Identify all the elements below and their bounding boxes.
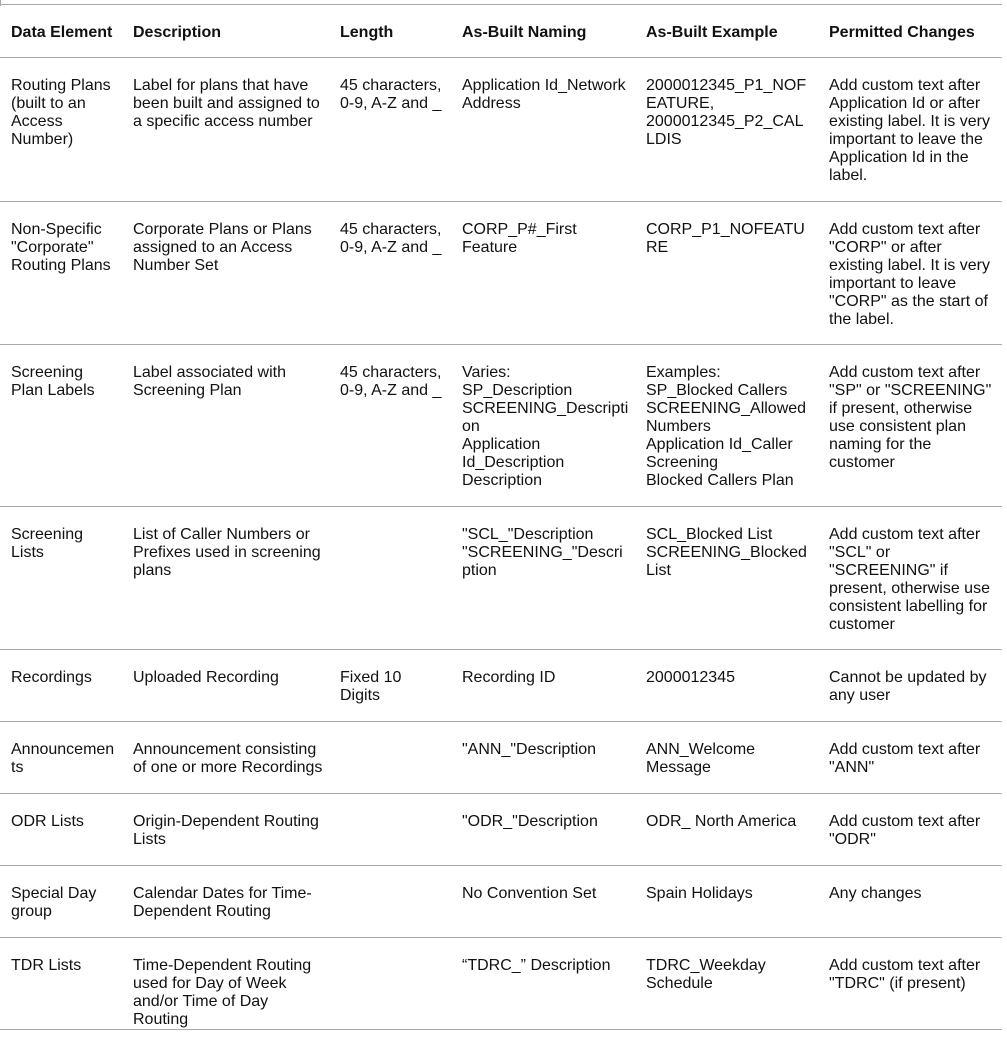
- cell-as-built-naming: Recording ID: [451, 649, 635, 722]
- cell-as-built-naming: Application Id_Network Address: [451, 57, 635, 202]
- table-row: ODR Lists Origin-Dependent Routing Lists…: [0, 793, 1002, 866]
- cell-length: 45 characters, 0-9, A-Z and _: [329, 344, 451, 507]
- cell-length: 45 characters, 0-9, A-Z and _: [329, 201, 451, 345]
- table-row: Non-Specific "Corporate" Routing Plans C…: [0, 201, 1002, 345]
- cell-description: Origin-Dependent Routing Lists: [122, 793, 329, 866]
- cell-length: [329, 506, 451, 650]
- cell-data-element: ODR Lists: [0, 793, 122, 866]
- header-permitted-changes: Permitted Changes: [818, 4, 1002, 58]
- table-row: Screening Plan Labels Label associated w…: [0, 344, 1002, 507]
- cell-as-built-example: Spain Holidays: [635, 865, 818, 938]
- table-row: Special Day group Calendar Dates for Tim…: [0, 865, 1002, 938]
- cell-as-built-naming: “TDRC_” Description: [451, 937, 635, 1030]
- cell-permitted-changes: Add custom text after "SP" or "SCREENING…: [818, 344, 1002, 507]
- cell-description: Calendar Dates for Time-Dependent Routin…: [122, 865, 329, 938]
- header-data-element: Data Element: [0, 4, 122, 58]
- header-as-built-naming: As-Built Naming: [451, 4, 635, 58]
- cell-data-element: Non-Specific "Corporate" Routing Plans: [0, 201, 122, 345]
- table-row: Screening Lists List of Caller Numbers o…: [0, 506, 1002, 650]
- cell-as-built-naming: "SCL_"Description "SCREENING_"Descriptio…: [451, 506, 635, 650]
- cell-as-built-example: 2000012345: [635, 649, 818, 722]
- cell-data-element: Screening Plan Labels: [0, 344, 122, 507]
- cell-as-built-example: ANN_Welcome Message: [635, 721, 818, 794]
- table-header-row: Data Element Description Length As-Built…: [0, 4, 1002, 58]
- cell-permitted-changes: Add custom text after "CORP" or after ex…: [818, 201, 1002, 345]
- cell-description: Corporate Plans or Plans assigned to an …: [122, 201, 329, 345]
- cell-as-built-example: Examples: SP_Blocked Callers SCREENING_A…: [635, 344, 818, 507]
- cell-as-built-example: ODR_ North America: [635, 793, 818, 866]
- table-row: TDR Lists Time-Dependent Routing used fo…: [0, 937, 1002, 1030]
- cell-description: Label for plans that have been built and…: [122, 57, 329, 202]
- cell-as-built-example[interactable]: TDRC_Weekday Schedule: [635, 937, 818, 1030]
- cell-permitted-changes: Add custom text after Application Id or …: [818, 57, 1002, 202]
- cell-length: [329, 721, 451, 794]
- header-length: Length: [329, 4, 451, 58]
- cell-as-built-example: 2000012345_P1_NOFEATURE, 2000012345_P2_C…: [635, 57, 818, 202]
- cell-as-built-example: CORP_P1_NOFEATURE: [635, 201, 818, 345]
- cell-data-element: Recordings: [0, 649, 122, 722]
- cell-as-built-naming: "ANN_"Description: [451, 721, 635, 794]
- cell-length: [329, 865, 451, 938]
- cell-description: Time-Dependent Routing used for Day of W…: [122, 937, 329, 1030]
- cell-length: 45 characters, 0-9, A-Z and _: [329, 57, 451, 202]
- cell-length: [329, 937, 451, 1030]
- table-row: Announcements Announcement consisting of…: [0, 721, 1002, 794]
- cell-description: Announcement consisting of one or more R…: [122, 721, 329, 794]
- cell-permitted-changes: Add custom text after "TDRC" (if present…: [818, 937, 1002, 1030]
- cell-length: [329, 793, 451, 866]
- naming-conventions-table: Data Element Description Length As-Built…: [0, 4, 1002, 1030]
- table-row: Routing Plans (built to an Access Number…: [0, 57, 1002, 202]
- cell-permitted-changes: Add custom text after "SCL" or "SCREENIN…: [818, 506, 1002, 650]
- cell-as-built-naming: CORP_P#_First Feature: [451, 201, 635, 345]
- cell-data-element: Special Day group: [0, 865, 122, 938]
- table-row: Recordings Uploaded Recording Fixed 10 D…: [0, 649, 1002, 722]
- cell-data-element: TDR Lists: [0, 937, 122, 1030]
- cell-description: Uploaded Recording: [122, 649, 329, 722]
- header-as-built-example: As-Built Example: [635, 4, 818, 58]
- cell-description: List of Caller Numbers or Prefixes used …: [122, 506, 329, 650]
- cell-as-built-example: SCL_Blocked List SCREENING_Blocked List: [635, 506, 818, 650]
- cell-length: Fixed 10 Digits: [329, 649, 451, 722]
- cell-permitted-changes: Cannot be updated by any user: [818, 649, 1002, 722]
- cell-permitted-changes: Any changes: [818, 865, 1002, 938]
- cell-as-built-naming: "ODR_"Description: [451, 793, 635, 866]
- cell-description: Label associated with Screening Plan: [122, 344, 329, 507]
- cell-data-element: Announcements: [0, 721, 122, 794]
- cell-as-built-naming: No Convention Set: [451, 865, 635, 938]
- cell-data-element: Screening Lists: [0, 506, 122, 650]
- header-description: Description: [122, 4, 329, 58]
- cell-permitted-changes: Add custom text after "ANN": [818, 721, 1002, 794]
- cell-data-element: Routing Plans (built to an Access Number…: [0, 57, 122, 202]
- cell-as-built-naming: Varies: SP_Description SCREENING_Descrip…: [451, 344, 635, 507]
- cell-permitted-changes: Add custom text after "ODR": [818, 793, 1002, 866]
